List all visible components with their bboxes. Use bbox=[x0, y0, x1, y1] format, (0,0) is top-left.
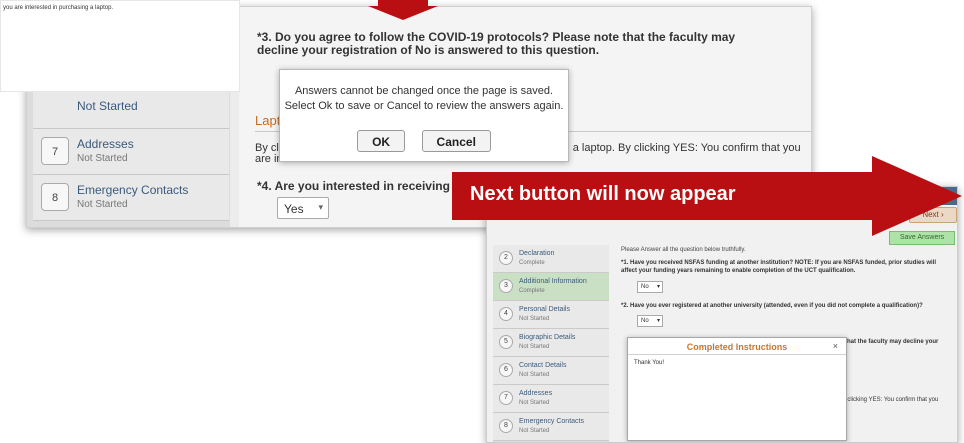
q2-answer-select[interactable]: No ▾ bbox=[637, 315, 663, 327]
sidebar-step-addresses[interactable]: 7 Addresses Not Started bbox=[33, 129, 229, 175]
laptop-answer-select[interactable]: Yes ▾ bbox=[277, 197, 329, 219]
chevron-down-icon: ▾ bbox=[318, 202, 323, 212]
step-status: Complete bbox=[519, 288, 545, 294]
question-3-fragment: that the faculty may decline your bbox=[845, 339, 939, 345]
dialog-title: Completed Instructions bbox=[686, 342, 788, 352]
step-title: Emergency Contacts bbox=[77, 183, 189, 197]
sidebar-step-personal-details[interactable]: 4 Personal Details Not Started bbox=[493, 301, 609, 329]
sidebar-step-additional-information[interactable]: 3 Additional Information Complete bbox=[493, 273, 609, 301]
step-number: 7 bbox=[41, 137, 69, 165]
cancel-button[interactable]: Cancel bbox=[421, 130, 491, 152]
dialog-body: Thank You! bbox=[634, 360, 665, 366]
step-number: 2 bbox=[499, 251, 513, 265]
sidebar-step-emergency-contacts[interactable]: 8 Emergency Contacts Not Started bbox=[493, 413, 609, 441]
dialog-divider bbox=[628, 354, 846, 355]
step-title: Declaration bbox=[519, 250, 555, 257]
sidebar-step-addresses[interactable]: 7 Addresses Not Started bbox=[493, 385, 609, 413]
top-note-fragment: you are interested in purchasing a lapto… bbox=[0, 0, 240, 92]
question-1: *1. Have you received NSFAS funding at a… bbox=[621, 260, 937, 274]
step-number: 8 bbox=[41, 183, 69, 211]
laptop-section-heading: Lapt bbox=[255, 113, 281, 128]
step-number: 6 bbox=[499, 363, 513, 377]
arrow-down-icon bbox=[368, 0, 438, 20]
top-note-text: you are interested in purchasing a lapto… bbox=[3, 5, 114, 11]
q1-answer-select[interactable]: No ▾ bbox=[637, 281, 663, 293]
step-title: Contact Details bbox=[519, 362, 567, 369]
sidebar-step-contact-details[interactable]: 6 Contact Details Not Started bbox=[493, 357, 609, 385]
step-status: Complete bbox=[519, 260, 545, 266]
step-title: Addresses bbox=[519, 390, 553, 397]
select-value: No bbox=[641, 284, 649, 290]
sidebar-step-biographic-details[interactable]: 5 Biographic Details Not Started bbox=[493, 329, 609, 357]
step-title: Addresses bbox=[77, 137, 134, 151]
completed-instructions-dialog: Completed Instructions × Thank You! bbox=[627, 337, 847, 441]
step-status: Not Started bbox=[519, 316, 550, 322]
step-status: Not Started bbox=[77, 199, 128, 210]
select-value: Yes bbox=[284, 202, 304, 216]
chevron-down-icon: ▾ bbox=[656, 318, 660, 324]
step-title: Additional Information bbox=[519, 278, 587, 285]
step-status: Not Started bbox=[519, 400, 550, 406]
step-status: Not Started bbox=[519, 372, 550, 378]
question-2: *2. Have you ever registered at another … bbox=[621, 303, 923, 309]
step-number: 7 bbox=[499, 391, 513, 405]
close-icon[interactable]: × bbox=[833, 341, 838, 351]
step-status: Not Started bbox=[77, 153, 128, 164]
step-title: Emergency Contacts bbox=[519, 418, 584, 425]
step-status: Not Started bbox=[519, 428, 550, 434]
save-confirmation-dialog: Answers cannot be changed once the page … bbox=[279, 69, 569, 162]
step-number: 8 bbox=[499, 419, 513, 433]
banner-text: Next button will now appear bbox=[470, 183, 736, 205]
step-number: 4 bbox=[499, 307, 513, 321]
step-status: Not Started bbox=[77, 99, 138, 113]
question-3: *3. Do you agree to follow the COVID-19 … bbox=[257, 30, 736, 57]
step-title: Personal Details bbox=[519, 306, 570, 313]
dialog-message-line-1: Answers cannot be changed once the page … bbox=[294, 85, 554, 97]
chevron-down-icon: ▾ bbox=[656, 284, 660, 290]
step-status: Not Started bbox=[519, 344, 550, 350]
dialog-buttons: OK Cancel bbox=[280, 130, 568, 152]
sidebar-step-declaration[interactable]: 2 Declaration Complete bbox=[493, 245, 609, 273]
dialog-message: Answers cannot be changed once the page … bbox=[280, 84, 568, 114]
step-number: 3 bbox=[499, 279, 513, 293]
progress-sidebar: 2 Declaration Complete 3 Additional Info… bbox=[493, 245, 609, 442]
instructions-text: Please Answer all the question below tru… bbox=[621, 247, 746, 253]
step-title: Biographic Details bbox=[519, 334, 576, 341]
ok-button[interactable]: OK bbox=[357, 130, 406, 152]
step-number: 5 bbox=[499, 335, 513, 349]
select-value: No bbox=[641, 318, 649, 324]
laptop-text-rest: ing a laptop. By clicking YES: You confi… bbox=[555, 142, 801, 154]
dialog-message-line-2: Select Ok to save or Cancel to review th… bbox=[284, 100, 564, 112]
sidebar-step-emergency-contacts[interactable]: 8 Emergency Contacts Not Started bbox=[33, 175, 229, 221]
